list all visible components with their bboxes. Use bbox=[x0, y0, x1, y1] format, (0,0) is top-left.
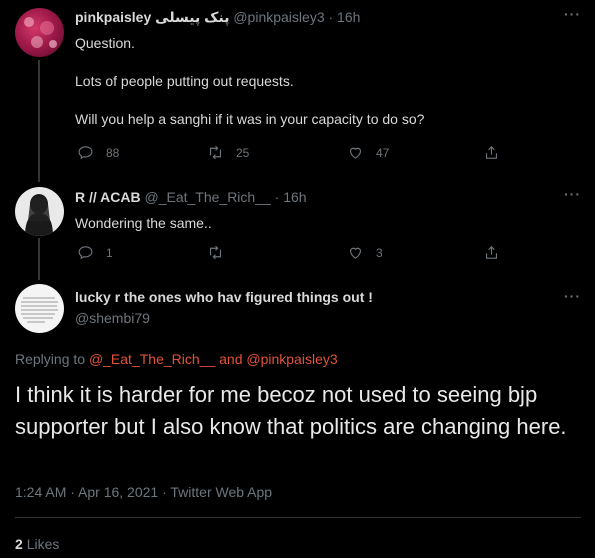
handle[interactable]: @shembi79 bbox=[75, 310, 373, 326]
tweet-text: Wondering the same.. bbox=[75, 214, 212, 233]
avatar[interactable] bbox=[15, 284, 64, 333]
thread-line bbox=[38, 238, 40, 280]
avatar-text-image bbox=[21, 297, 58, 323]
reply-and: and bbox=[219, 351, 243, 367]
tweet-line: Wondering the same.. bbox=[75, 215, 212, 231]
reply-icon bbox=[78, 246, 93, 260]
main-tweet-text: I think it is harder for me becoz not us… bbox=[15, 382, 567, 439]
reply-count: 1 bbox=[106, 245, 113, 260]
reply-icon bbox=[78, 146, 93, 160]
retweet-icon bbox=[209, 145, 222, 160]
handle[interactable]: @pinkpaisley3 bbox=[233, 9, 324, 25]
avatar[interactable] bbox=[15, 8, 64, 57]
main-tweet-header: lucky r the ones who hav figured things … bbox=[75, 289, 373, 326]
divider bbox=[15, 517, 581, 518]
like-button[interactable]: 3 bbox=[347, 244, 383, 261]
share-button[interactable] bbox=[483, 144, 500, 161]
reply-count: 88 bbox=[106, 145, 120, 160]
retweet-icon bbox=[209, 245, 222, 260]
share-icon bbox=[485, 246, 498, 259]
likes-summary[interactable]: 2 Likes bbox=[15, 536, 59, 552]
tweet-line: Will you help a sanghi if it was in your… bbox=[75, 111, 425, 127]
reply-user-link[interactable]: @_Eat_The_Rich__ bbox=[89, 351, 215, 367]
tweet-actions: 88 25 47 bbox=[75, 144, 515, 164]
retweet-button[interactable] bbox=[207, 244, 236, 261]
share-button[interactable] bbox=[483, 244, 500, 261]
tweet-timestamp[interactable]: 1:24 AM · Apr 16, 2021 · Twitter Web App bbox=[15, 484, 272, 500]
avatar-silhouette bbox=[25, 194, 53, 236]
retweet-button[interactable]: 25 bbox=[207, 144, 249, 161]
tweet-1[interactable]: pinkpaisley پنک پیسلی @pinkpaisley3 · 16… bbox=[0, 0, 595, 182]
reply-user-link[interactable]: @pinkpaisley3 bbox=[246, 351, 337, 367]
display-name[interactable]: pinkpaisley پنک پیسلی bbox=[75, 9, 229, 25]
timestamp[interactable]: · 16h bbox=[275, 189, 307, 205]
reply-button[interactable]: 88 bbox=[77, 144, 119, 161]
likes-count: 2 bbox=[15, 536, 23, 552]
more-icon[interactable]: ··· bbox=[564, 6, 581, 22]
share-icon bbox=[485, 146, 498, 159]
like-button[interactable]: 47 bbox=[347, 144, 389, 161]
like-icon bbox=[349, 147, 362, 159]
like-count: 3 bbox=[376, 245, 383, 260]
tweet-header: R // ACAB @_Eat_The_Rich__ · 16h bbox=[75, 189, 307, 205]
thread-line bbox=[38, 60, 40, 182]
more-icon[interactable]: ··· bbox=[564, 186, 581, 202]
timestamp[interactable]: · 16h bbox=[329, 9, 361, 25]
reply-button[interactable]: 1 bbox=[77, 244, 113, 261]
display-name[interactable]: R // ACAB bbox=[75, 189, 141, 205]
tweet-line: Question. bbox=[75, 35, 135, 51]
retweet-count: 25 bbox=[236, 145, 250, 160]
likes-label: Likes bbox=[26, 536, 60, 552]
display-name[interactable]: lucky r the ones who hav figured things … bbox=[75, 289, 373, 305]
avatar-pattern bbox=[24, 17, 57, 48]
tweet-actions: 1 3 bbox=[75, 244, 515, 264]
like-icon bbox=[349, 247, 362, 259]
tweet-header: pinkpaisley پنک پیسلی @pinkpaisley3 · 16… bbox=[75, 9, 360, 26]
tweet-line: Lots of people putting out requests. bbox=[75, 73, 294, 89]
tweet-text: Question. Lots of people putting out req… bbox=[75, 34, 424, 129]
replying-to: Replying to @_Eat_The_Rich__ and @pinkpa… bbox=[15, 351, 338, 367]
like-count: 47 bbox=[376, 145, 390, 160]
more-icon[interactable]: ··· bbox=[564, 288, 581, 304]
handle[interactable]: @_Eat_The_Rich__ bbox=[144, 189, 270, 205]
replying-to-label: Replying to bbox=[15, 351, 86, 367]
avatar[interactable] bbox=[15, 187, 64, 236]
tweet-2[interactable]: R // ACAB @_Eat_The_Rich__ · 16h ··· Won… bbox=[0, 180, 595, 280]
